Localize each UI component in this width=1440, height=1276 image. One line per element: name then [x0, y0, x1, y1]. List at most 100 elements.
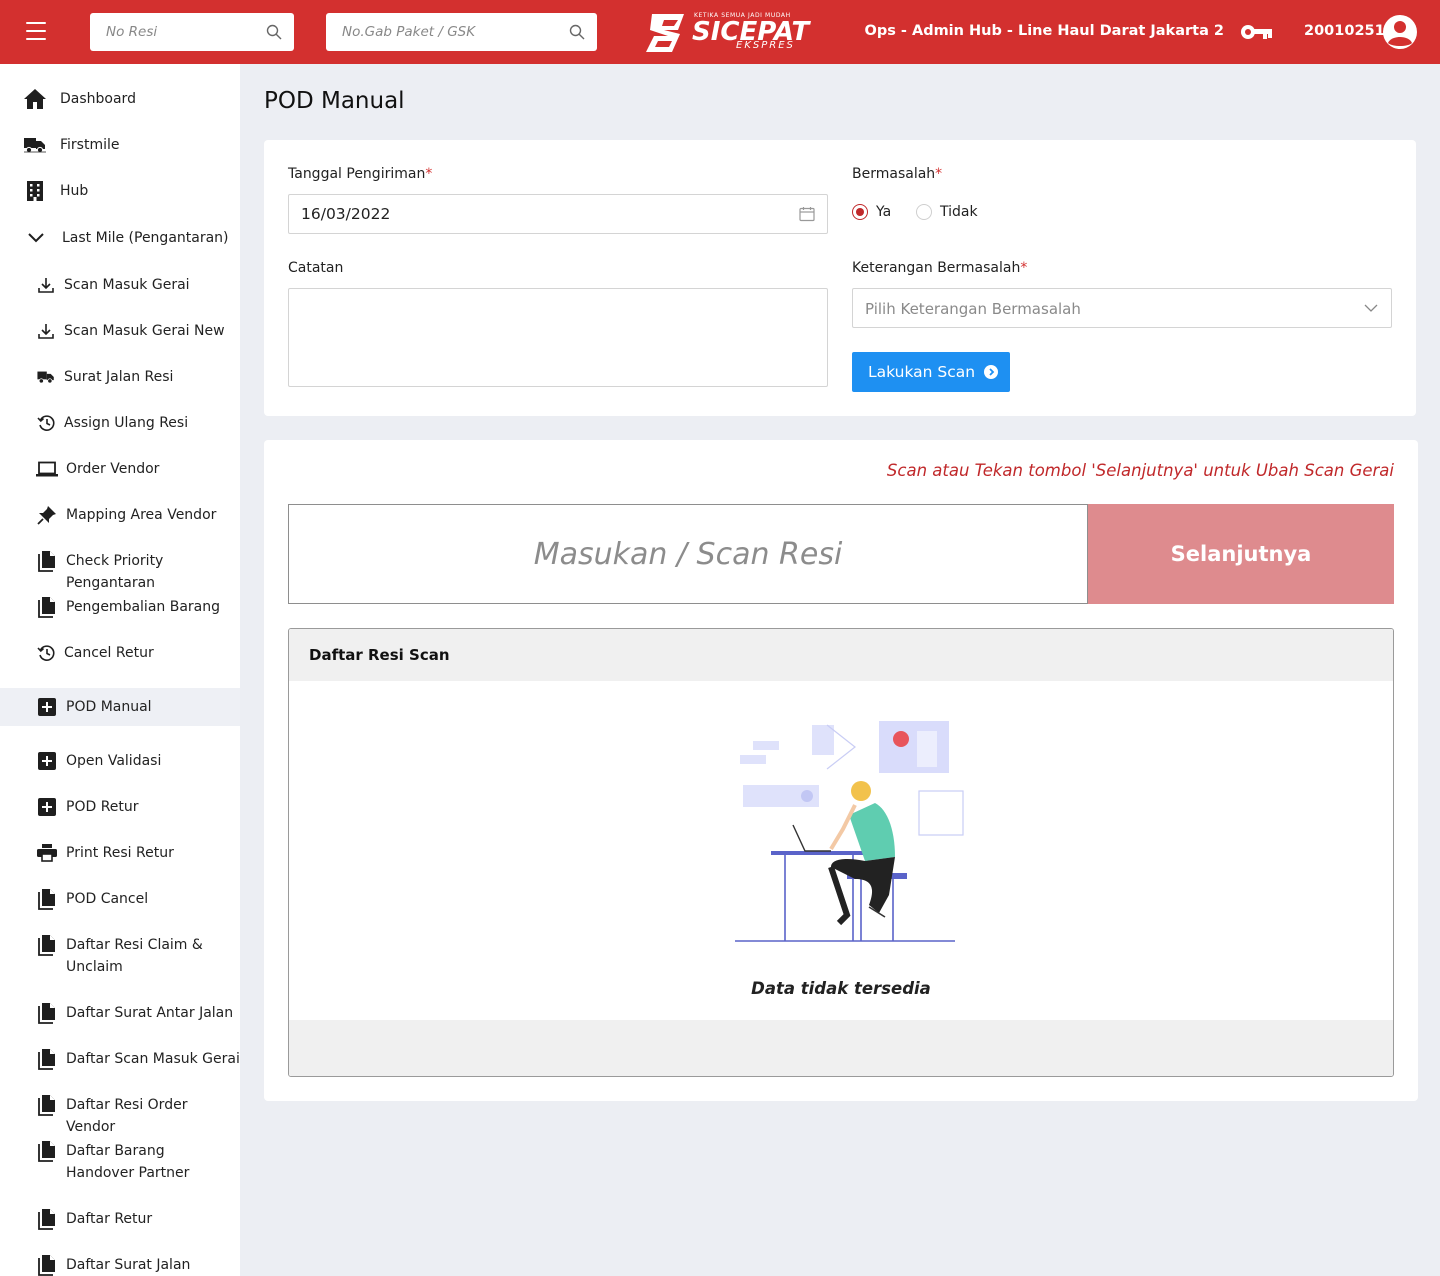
history-icon — [36, 412, 56, 434]
radio-ya-label: Ya — [876, 204, 892, 220]
menu-icon[interactable] — [26, 22, 46, 42]
sidebar-item-label: Daftar Surat Antar Jalan — [66, 1005, 234, 1021]
sidebar-item-label: Order Vendor — [66, 461, 160, 477]
radio-ya[interactable]: Ya — [852, 204, 891, 220]
sidebar-item-pod-manual[interactable]: POD Manual — [0, 688, 240, 726]
sidebar-item-label: Dashboard — [60, 91, 136, 107]
history-icon — [36, 642, 56, 664]
gabpaket-search-field[interactable] — [326, 13, 597, 51]
sidebar-item-label: Last Mile (Pengantaran) — [62, 230, 229, 246]
required-mark: * — [1020, 260, 1028, 276]
sidebar-item-mapping-area-vendor[interactable]: Mapping Area Vendor — [0, 504, 240, 526]
sidebar-item-check-priority[interactable]: Check Priority Pengantaran — [0, 550, 240, 591]
radio-tidak[interactable]: Tidak — [916, 204, 978, 220]
catatan-textarea[interactable] — [288, 288, 828, 387]
empty-state-illustration — [735, 721, 964, 942]
sidebar-item-open-validasi[interactable]: Open Validasi — [0, 750, 240, 772]
document-icon — [36, 1094, 58, 1116]
empty-state-text: Data tidak tersedia — [751, 979, 931, 998]
tanggal-label-text: Tanggal Pengiriman — [288, 166, 426, 182]
sidebar-item-dashboard[interactable]: Dashboard — [0, 88, 240, 110]
tanggal-date-input[interactable]: 16/03/2022 — [288, 194, 828, 234]
daftar-resi-scan-panel: Daftar Resi Scan Data tidak tersedia — [288, 628, 1394, 1077]
home-icon — [24, 88, 46, 110]
sidebar-item-daftar-scan-masuk-gerai[interactable]: Daftar Scan Masuk Gerai — [0, 1048, 240, 1070]
sidebar-item-scan-masuk-gerai[interactable]: Scan Masuk Gerai — [0, 274, 240, 296]
sidebar-item-daftar-resi-order-vendor[interactable]: Daftar Resi Order Vendor — [0, 1094, 240, 1135]
sidebar-item-label: POD Cancel — [66, 891, 149, 907]
plus-box-icon — [36, 796, 58, 818]
required-mark: * — [935, 166, 943, 182]
sidebar-item-label: Print Resi Retur — [66, 845, 174, 861]
avatar-icon[interactable] — [1382, 14, 1418, 50]
search-icon[interactable] — [569, 24, 585, 40]
tanggal-label: Tanggal Pengiriman* — [288, 166, 432, 182]
sidebar-item-label: Daftar Retur — [66, 1211, 153, 1227]
document-icon — [36, 934, 58, 956]
plus-box-icon — [36, 750, 58, 772]
truck-icon — [36, 366, 56, 388]
sidebar-item-firstmile[interactable]: Firstmile — [0, 134, 240, 156]
sidebar-item-pod-cancel[interactable]: POD Cancel — [0, 888, 240, 910]
catatan-label: Catatan — [288, 260, 344, 276]
keterangan-placeholder: Pilih Keterangan Bermasalah — [865, 300, 1081, 318]
sidebar-item-label: Scan Masuk Gerai New — [64, 323, 225, 339]
resi-search-field[interactable] — [90, 13, 294, 51]
sidebar-item-print-resi-retur[interactable]: Print Resi Retur — [0, 842, 240, 864]
keterangan-select[interactable]: Pilih Keterangan Bermasalah — [852, 288, 1392, 328]
sidebar-item-scan-masuk-gerai-new[interactable]: Scan Masuk Gerai New — [0, 320, 240, 342]
brand-sub: EKSPRES — [736, 40, 795, 51]
plus-box-icon — [36, 696, 58, 718]
sidebar: Dashboard Firstmile Hub Last Mile (Penga… — [0, 64, 240, 1276]
tanggal-value: 16/03/2022 — [301, 205, 391, 223]
document-icon — [36, 1140, 58, 1162]
daftar-resi-scan-title: Daftar Resi Scan — [289, 629, 1393, 681]
sidebar-item-label: Hub — [60, 183, 89, 199]
pin-icon — [36, 504, 58, 526]
search-icon[interactable] — [266, 24, 282, 40]
building-icon — [24, 180, 46, 202]
sidebar-item-label: Assign Ulang Resi — [64, 415, 189, 431]
radio-checked-icon[interactable] — [852, 204, 868, 220]
scan-resi-input[interactable] — [289, 505, 1087, 603]
sidebar-item-daftar-barang-handover[interactable]: Daftar Barang Handover Partner — [0, 1140, 240, 1184]
calendar-icon[interactable] — [799, 206, 815, 222]
bermasalah-label: Bermasalah* — [852, 166, 942, 182]
sidebar-item-last-mile[interactable]: Last Mile (Pengantaran) — [0, 227, 240, 249]
sidebar-item-label: POD Manual — [66, 699, 152, 715]
key-icon[interactable] — [1240, 22, 1274, 42]
lakukan-scan-label: Lakukan Scan — [868, 363, 976, 381]
sidebar-item-hub[interactable]: Hub — [0, 180, 240, 202]
user-id: 20010251 — [1304, 23, 1385, 39]
sidebar-item-daftar-surat-jalan-transit[interactable]: Daftar Surat Jalan Transit — [0, 1254, 240, 1276]
scan-resi-field[interactable] — [288, 504, 1088, 604]
selanjutnya-button[interactable]: Selanjutnya — [1088, 504, 1394, 604]
gabpaket-search-input[interactable] — [326, 13, 597, 51]
sidebar-item-label: Pengembalian Barang — [66, 599, 220, 615]
sidebar-item-label: Firstmile — [60, 137, 120, 153]
sidebar-item-surat-jalan-resi[interactable]: Surat Jalan Resi — [0, 366, 240, 388]
sidebar-item-daftar-resi-claim[interactable]: Daftar Resi Claim & Unclaim — [0, 934, 240, 978]
sidebar-item-assign-ulang-resi[interactable]: Assign Ulang Resi — [0, 412, 240, 434]
sidebar-item-daftar-surat-antar-jalan[interactable]: Daftar Surat Antar Jalan — [0, 1002, 240, 1024]
resi-search-input[interactable] — [90, 13, 294, 51]
arrow-right-circle-icon — [984, 365, 999, 379]
sidebar-item-pod-retur[interactable]: POD Retur — [0, 796, 240, 818]
truck-icon — [24, 134, 46, 156]
sidebar-item-pengembalian-barang[interactable]: Pengembalian Barang — [0, 596, 240, 618]
sidebar-item-label: Cancel Retur — [64, 645, 154, 661]
document-icon — [36, 1254, 58, 1276]
chevron-down-icon — [1364, 304, 1378, 312]
sidebar-item-cancel-retur[interactable]: Cancel Retur — [0, 642, 240, 664]
sicepat-logo[interactable]: KETIKA SEMUA JADI MUDAH SICEPAT EKSPRES — [644, 10, 809, 54]
lakukan-scan-button[interactable]: Lakukan Scan — [852, 352, 1010, 392]
sidebar-item-order-vendor[interactable]: Order Vendor — [0, 458, 240, 480]
sidebar-item-daftar-retur[interactable]: Daftar Retur — [0, 1208, 240, 1230]
sidebar-item-label: Daftar Resi Claim & Unclaim — [66, 937, 203, 975]
download-icon — [36, 320, 56, 342]
document-icon — [36, 1048, 58, 1070]
radio-unchecked-icon[interactable] — [916, 204, 932, 220]
sidebar-item-label: Daftar Scan Masuk Gerai — [66, 1051, 240, 1067]
keterangan-label-text: Keterangan Bermasalah — [852, 260, 1021, 276]
required-mark: * — [425, 166, 433, 182]
